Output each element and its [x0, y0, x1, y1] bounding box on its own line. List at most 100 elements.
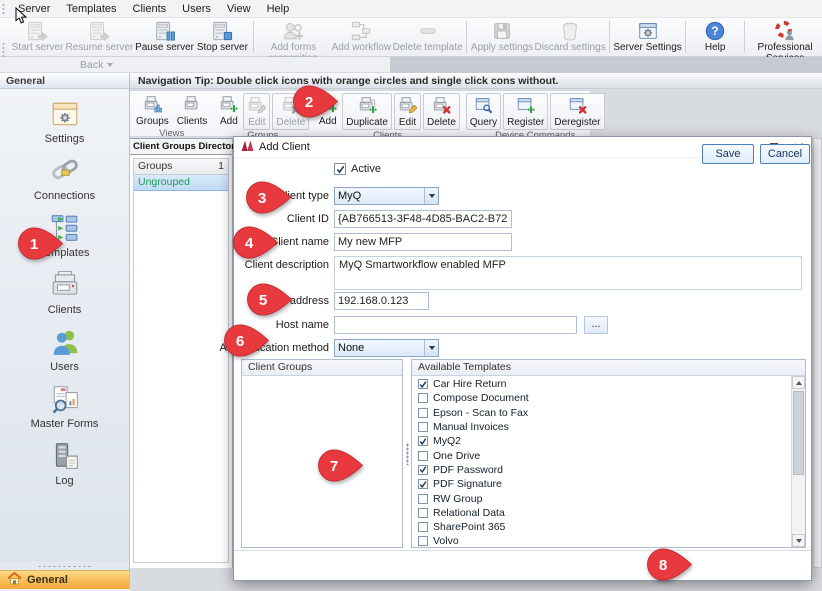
panel-splitter[interactable]	[403, 359, 411, 548]
template-item-label: Manual Invoices	[433, 421, 509, 433]
ribbon-device-commands-deregister-button[interactable]: Deregister	[550, 93, 604, 130]
sidebar-item-users[interactable]: Users	[50, 327, 80, 373]
checkbox-icon[interactable]	[418, 393, 428, 403]
toolbar-help-button[interactable]: ?Help	[689, 19, 741, 55]
host-name-browse-button[interactable]: ...	[584, 316, 608, 334]
server-start-icon	[26, 20, 48, 41]
checkbox-icon[interactable]	[418, 479, 428, 489]
template-item-epson-scan-to-fax[interactable]: Epson - Scan to Fax	[418, 406, 791, 420]
sidebar-item-clients[interactable]: Clients	[48, 270, 82, 316]
toolbar-discard-settings-button[interactable]: Discard settings	[534, 19, 606, 55]
template-item-sharepoint-365[interactable]: SharePoint 365	[418, 520, 791, 534]
toolbar-delete-template-button[interactable]: Delete template	[392, 19, 463, 55]
toolbar-apply-settings-button[interactable]: Apply settings	[470, 19, 534, 55]
sidebar-item-log[interactable]: Log	[50, 441, 80, 487]
back-button-label: Back	[80, 59, 103, 71]
ribbon-button-label: Clients	[177, 116, 208, 127]
sidebar-splitter[interactable]	[0, 562, 130, 570]
toolbar-button-label: Server Settings	[613, 42, 681, 53]
ribbon-groups-edit-button[interactable]: Edit	[243, 93, 270, 130]
checkbox-icon[interactable]	[418, 379, 428, 389]
ribbon-device-commands-query-button[interactable]: Query	[466, 93, 501, 130]
template-item-car-hire-return[interactable]: Car Hire Return	[418, 377, 791, 391]
sidebar-item-label: Master Forms	[31, 418, 99, 430]
client-id-input[interactable]	[334, 210, 512, 228]
save-button[interactable]: Save	[702, 144, 754, 164]
directory-column-header[interactable]: Groups 1	[134, 159, 228, 175]
ribbon-device-commands-register-button[interactable]: Register	[503, 93, 548, 130]
menu-clients[interactable]: Clients	[125, 2, 175, 16]
log-icon	[50, 441, 80, 474]
checkbox-icon[interactable]	[418, 451, 428, 461]
apply-settings-icon	[491, 20, 513, 41]
toolbar-button-label: Discard settings	[534, 42, 605, 53]
template-item-one-drive[interactable]: One Drive	[418, 448, 791, 462]
template-item-rw-group[interactable]: RW Group	[418, 491, 791, 505]
toolbar-resume-server-button[interactable]: Resume server	[65, 19, 134, 55]
add-icon	[219, 94, 238, 116]
checkbox-icon[interactable]	[418, 465, 428, 475]
deregister-icon	[568, 95, 587, 117]
checkbox-icon[interactable]	[418, 436, 428, 446]
active-checkbox[interactable]	[334, 163, 346, 175]
available-templates-panel-title: Available Templates	[412, 360, 805, 376]
ribbon-views-groups-button[interactable]: Groups	[133, 93, 172, 128]
checkbox-icon[interactable]	[418, 494, 428, 504]
template-item-volvo[interactable]: Volvo	[418, 534, 791, 547]
client-name-input[interactable]	[334, 233, 512, 251]
scroll-down-icon[interactable]	[792, 534, 805, 547]
active-checkbox-row[interactable]: Active	[334, 163, 381, 175]
scroll-up-icon[interactable]	[792, 376, 805, 389]
checkbox-icon[interactable]	[418, 536, 428, 546]
help-icon: ?	[704, 20, 726, 41]
template-item-label: Compose Document	[433, 392, 529, 404]
ribbon-views-clients-button[interactable]: Clients	[174, 93, 211, 128]
scrollbar-thumb[interactable]	[793, 391, 804, 475]
toolbar-pause-server-button[interactable]: Pause server	[134, 19, 195, 55]
menu-users[interactable]: Users	[174, 2, 219, 16]
template-item-relational-data[interactable]: Relational Data	[418, 506, 791, 520]
toolbar-grip[interactable]	[2, 3, 5, 15]
svg-text:5: 5	[259, 292, 267, 309]
cancel-button[interactable]: Cancel	[760, 144, 810, 164]
client-type-select[interactable]: MyQ	[334, 187, 439, 205]
checkbox-icon[interactable]	[418, 522, 428, 532]
template-item-manual-invoices[interactable]: Manual Invoices	[418, 420, 791, 434]
sidebar-item-connections[interactable]: Connections	[34, 156, 95, 202]
template-item-compose-document[interactable]: Compose Document	[418, 391, 791, 405]
toolbar-add-workflow-button[interactable]: Add workflow	[330, 19, 392, 55]
sidebar-item-master-forms[interactable]: Master Forms	[31, 384, 99, 430]
directory-row-ungrouped[interactable]: Ungrouped	[134, 175, 228, 191]
sidebar-item-settings[interactable]: Settings	[45, 99, 85, 145]
sidebar-bottom-general[interactable]: General	[0, 570, 130, 589]
template-item-label: Volvo	[433, 535, 459, 547]
sidebar-nav: SettingsConnectionsTemplatesClientsUsers…	[0, 89, 130, 562]
template-item-myq2[interactable]: MyQ2	[418, 434, 791, 448]
ribbon-clients-duplicate-button[interactable]: Duplicate	[342, 93, 392, 130]
authentication-method-select[interactable]: None	[334, 339, 439, 357]
checkbox-icon[interactable]	[418, 508, 428, 518]
checkbox-icon[interactable]	[418, 408, 428, 418]
ribbon-button-label: Add	[220, 116, 238, 127]
ribbon-groups-add-button[interactable]: Add	[216, 93, 241, 128]
menu-templates[interactable]: Templates	[58, 2, 124, 16]
background-scrollbar[interactable]	[813, 138, 822, 568]
ip-address-input[interactable]	[334, 292, 429, 310]
ribbon-clients-edit-button[interactable]: Edit	[394, 93, 421, 130]
template-item-label: One Drive	[433, 450, 480, 462]
templates-scrollbar[interactable]	[791, 376, 805, 547]
toolbar-server-settings-button[interactable]: Server Settings	[613, 19, 682, 55]
toolbar-professional-services-button[interactable]: Professional Services	[748, 19, 822, 55]
client-description-input[interactable]: MyQ Smartworkflow enabled MFP	[334, 256, 802, 290]
template-item-pdf-password[interactable]: PDF Password	[418, 463, 791, 477]
ribbon-clients-delete-button[interactable]: Delete	[423, 93, 460, 130]
toolbar-stop-server-button[interactable]: Stop server	[195, 19, 249, 55]
back-button[interactable]: Back	[74, 58, 119, 72]
menu-view[interactable]: View	[219, 2, 259, 16]
template-item-pdf-signature[interactable]: PDF Signature	[418, 477, 791, 491]
host-name-input[interactable]	[334, 316, 577, 334]
toolbar-add-forms-recognition-button[interactable]: Add forms recognition	[256, 19, 330, 55]
sidebar-item-label: Settings	[45, 133, 85, 145]
menu-help[interactable]: Help	[259, 2, 298, 16]
checkbox-icon[interactable]	[418, 422, 428, 432]
